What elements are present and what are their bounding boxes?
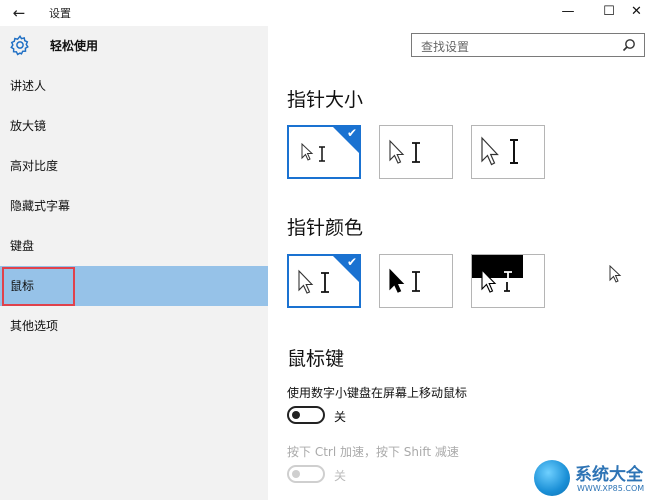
close-button[interactable]: ✕ [627,0,646,26]
pointer-size-large-option[interactable] [471,125,545,179]
pointer-color-inverted-option[interactable] [471,254,545,308]
gear-icon [10,35,29,56]
sidebar-item-closed-captions[interactable]: 隐藏式字幕 [0,186,268,226]
mouse-keys-toggle[interactable] [287,406,325,424]
pointer-white-icon [298,269,329,294]
mouse-pointer-icon [609,265,622,283]
sidebar: 轻松使用 讲述人 放大镜 高对比度 隐藏式字幕 键盘 鼠标 其他选项 [0,26,268,500]
watermark-url: WWW.XP85.COM [577,484,645,493]
maximize-button[interactable]: ☐ [592,0,626,26]
highlight-box [2,267,75,306]
mouse-keys-heading: 鼠标键 [287,348,345,370]
minimize-button[interactable]: — [551,0,585,26]
sidebar-title: 轻松使用 [50,39,99,53]
checkmark-icon: ✔ [346,126,357,140]
pointer-small-icon [301,143,325,162]
search-placeholder: 查找设置 [421,40,470,54]
mouse-keys-description: 使用数字小键盘在屏幕上移动鼠标 [287,386,468,400]
toggle-knob [292,470,300,478]
sidebar-item-narrator[interactable]: 讲述人 [0,66,268,106]
sidebar-item-high-contrast[interactable]: 高对比度 [0,146,268,186]
pointer-color-heading: 指针颜色 [287,217,364,239]
back-arrow-icon[interactable]: ← [9,3,29,23]
search-input[interactable]: 查找设置 [411,33,645,57]
sidebar-item-mouse[interactable]: 鼠标 [0,266,268,306]
sidebar-item-other-options[interactable]: 其他选项 [0,306,268,346]
watermark-logo-icon [534,460,570,496]
checkmark-icon: ✔ [346,255,357,269]
title-bar: ← 设置 — ☐ ✕ [0,0,646,26]
pointer-medium-icon [389,139,420,164]
search-icon [622,39,635,52]
pointer-inverted-icon [481,268,512,293]
pointer-size-small-option[interactable]: ✔ [287,125,361,179]
watermark: 系统大全 WWW.XP85.COM [530,456,646,500]
sidebar-item-keyboard[interactable]: 键盘 [0,226,268,266]
ctrl-shift-description: 按下 Ctrl 加速，按下 Shift 减速 [287,445,459,459]
watermark-title: 系统大全 [575,465,643,485]
pointer-size-heading: 指针大小 [287,89,364,111]
main-panel: 指针大小 ✔ 指针颜色 ✔ 鼠标键 使用数字小键盘在屏幕上移动鼠标 关 按下 C… [268,66,646,500]
pointer-color-black-option[interactable] [379,254,453,308]
pointer-size-medium-option[interactable] [379,125,453,179]
ctrl-shift-toggle-state: 关 [334,469,347,483]
mouse-keys-toggle-state: 关 [334,410,347,424]
toggle-knob [292,411,300,419]
settings-window: ← 设置 — ☐ ✕ 轻松使用 讲述人 放大镜 高对比度 隐藏式字幕 键盘 鼠标… [0,0,646,500]
pointer-black-icon [389,268,420,293]
ctrl-shift-toggle[interactable] [287,465,325,483]
pointer-color-white-option[interactable]: ✔ [287,254,361,308]
window-title: 设置 [49,7,71,20]
pointer-large-icon [481,136,518,166]
sidebar-header: 轻松使用 [0,26,268,66]
sidebar-item-magnifier[interactable]: 放大镜 [0,106,268,146]
